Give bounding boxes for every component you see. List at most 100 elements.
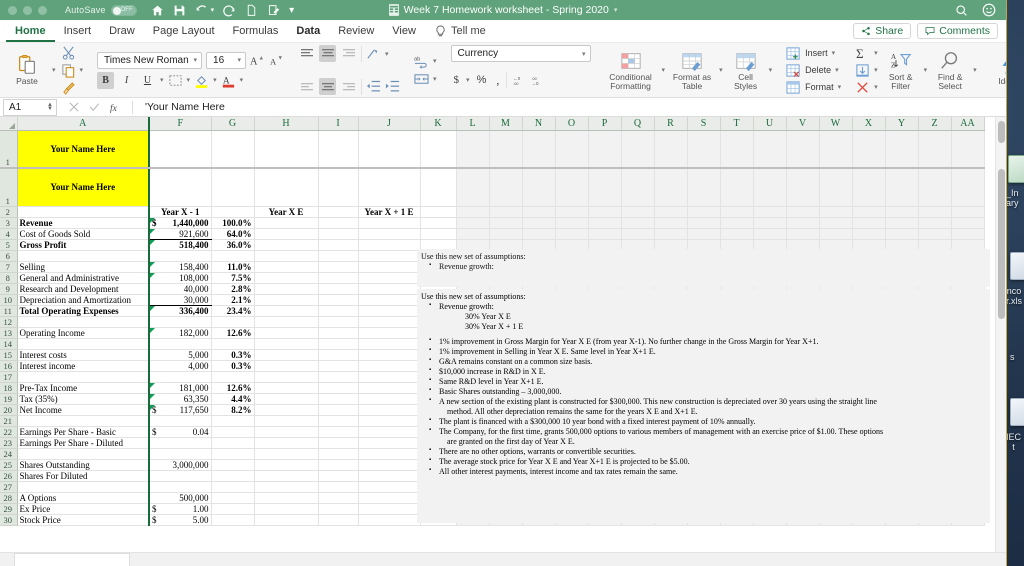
cell-P[interactable]: [588, 228, 622, 240]
column-header-z[interactable]: Z: [918, 117, 952, 131]
cell-AA[interactable]: [951, 272, 985, 284]
cell-J[interactable]: [358, 503, 421, 515]
cell-F[interactable]: [149, 470, 212, 482]
cell-I[interactable]: [318, 437, 359, 449]
cell-P[interactable]: [588, 168, 622, 207]
cell-G[interactable]: 36.0%: [211, 239, 255, 251]
cell-N[interactable]: [522, 130, 556, 169]
row-header-14[interactable]: 14: [0, 338, 18, 350]
cell-F[interactable]: 181,000: [149, 382, 212, 394]
percent-style-button[interactable]: %: [474, 74, 490, 86]
cell-H[interactable]: [254, 283, 319, 295]
cell-AA[interactable]: [951, 228, 985, 240]
cell-Q[interactable]: [621, 272, 655, 284]
cell-I[interactable]: [318, 283, 359, 295]
cell-H[interactable]: [254, 250, 319, 262]
cell-R[interactable]: [654, 239, 688, 251]
copy-chevron-down-icon[interactable]: ▾: [80, 66, 84, 74]
find-chevron-down-icon[interactable]: ▾: [973, 66, 977, 74]
cell-G[interactable]: 2.1%: [211, 294, 255, 306]
bold-button[interactable]: B: [97, 71, 115, 89]
column-header-f[interactable]: F: [149, 117, 212, 131]
row-header-27[interactable]: 27: [0, 481, 18, 493]
row-header-8[interactable]: 8: [0, 272, 18, 284]
cell-F[interactable]: [149, 371, 212, 383]
cell-A[interactable]: Selling: [17, 261, 150, 273]
cell-K[interactable]: [420, 130, 457, 169]
increase-font-size-icon[interactable]: A ▲: [250, 53, 265, 68]
cell-F[interactable]: $1,440,000: [149, 217, 212, 229]
cell-W[interactable]: [819, 217, 853, 229]
cell-O[interactable]: [555, 250, 589, 262]
cell-M[interactable]: [489, 130, 523, 169]
cell-Z[interactable]: [918, 250, 952, 262]
cell-U[interactable]: [753, 239, 787, 251]
cell-P[interactable]: [588, 130, 622, 169]
ribbon-home[interactable]: Paste ▾ ▾ Times New Roman ▾ 16 ▾ A ▲ A ▼…: [0, 43, 1006, 98]
cell-L[interactable]: [456, 206, 490, 218]
maximize-icon[interactable]: [38, 5, 47, 15]
cell-X[interactable]: [852, 239, 886, 251]
cell-A[interactable]: Net Income: [17, 404, 150, 416]
row-header-17[interactable]: 17: [0, 371, 18, 383]
column-header-j[interactable]: J: [358, 117, 421, 131]
cell-AA[interactable]: [951, 217, 985, 229]
decrease-font-size-icon[interactable]: A ▼: [269, 53, 284, 68]
cell-S[interactable]: [687, 217, 721, 229]
cell-X[interactable]: [852, 261, 886, 273]
cell-J[interactable]: [358, 448, 421, 460]
tab-home[interactable]: Home: [6, 20, 55, 42]
spreadsheet-grid[interactable]: A F G H I J K L M N O P Q R S T U V W X Y Z AA 1 Your Name Here 1…: [0, 117, 1006, 564]
row-header-25[interactable]: 25: [0, 459, 18, 471]
window-controls[interactable]: [8, 5, 47, 15]
cell-I[interactable]: [318, 130, 359, 169]
cell-R[interactable]: [654, 206, 688, 218]
cell-H[interactable]: [254, 371, 319, 383]
cell-H[interactable]: [254, 459, 319, 471]
cell-G[interactable]: [211, 481, 255, 493]
cell-Q[interactable]: [621, 217, 655, 229]
cell-T[interactable]: [720, 239, 754, 251]
insert-chevron-down-icon[interactable]: ▾: [832, 49, 836, 57]
row-header-2[interactable]: 2: [0, 206, 18, 218]
cell-Q[interactable]: [621, 250, 655, 262]
cell-I[interactable]: [318, 503, 359, 515]
cell-S[interactable]: [687, 272, 721, 284]
cell-I[interactable]: [318, 426, 359, 438]
autosave-toggle[interactable]: AutoSave OFF: [65, 4, 137, 16]
cell-T[interactable]: [720, 217, 754, 229]
cell-AA[interactable]: [951, 239, 985, 251]
cell-V[interactable]: [786, 272, 820, 284]
cell-W[interactable]: [819, 130, 853, 169]
cell-O[interactable]: [555, 206, 589, 218]
cell-H[interactable]: [254, 426, 319, 438]
cell-Z[interactable]: [918, 206, 952, 218]
cell-I[interactable]: [318, 349, 359, 361]
tab-insert[interactable]: Insert: [55, 20, 101, 42]
cell-I[interactable]: [318, 272, 359, 284]
format-painter-button[interactable]: [61, 81, 84, 96]
row-header-6[interactable]: 6: [0, 250, 18, 262]
cell-X[interactable]: [852, 168, 886, 207]
cell-J[interactable]: [358, 305, 421, 317]
cell-F[interactable]: 4,000: [149, 360, 212, 372]
save-icon[interactable]: [173, 4, 186, 17]
cell-I[interactable]: [318, 404, 359, 416]
cell-I[interactable]: [318, 470, 359, 482]
cell-Z[interactable]: [918, 168, 952, 207]
cell-O[interactable]: [555, 261, 589, 273]
cell-Q[interactable]: [621, 168, 655, 207]
currency-chevron-down-icon[interactable]: ▾: [466, 76, 470, 84]
paste-button[interactable]: Paste: [7, 54, 47, 86]
cell-H[interactable]: [254, 470, 319, 482]
column-header-k[interactable]: K: [420, 117, 457, 131]
comma-style-button[interactable]: ,: [493, 73, 502, 88]
row-header-16[interactable]: 16: [0, 360, 18, 372]
cell-A[interactable]: Interest costs: [17, 349, 150, 361]
cell-A[interactable]: Tax (35%): [17, 393, 150, 405]
cell-H[interactable]: Year X E: [254, 206, 319, 218]
align-bottom-button[interactable]: [340, 45, 357, 62]
column-header-l[interactable]: L: [456, 117, 490, 131]
increase-indent-icon[interactable]: [385, 79, 400, 94]
cell-V[interactable]: [786, 228, 820, 240]
